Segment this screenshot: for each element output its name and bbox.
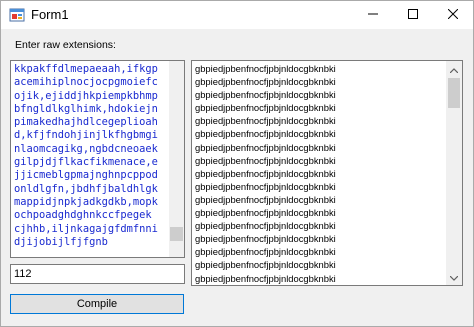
list-item[interactable]: gbpiedjpbenfnocfjpbjnldocgbknbki — [195, 154, 336, 167]
extensions-line: d,kfjfndohjinjlkfhgbmgi — [14, 129, 158, 142]
extensions-line: ochpoadghdghnkccfpegek — [14, 209, 152, 222]
title-bar[interactable]: Form1 — [1, 1, 473, 29]
extensions-line: ojik,ejiddjhkpiempkbhmp — [14, 89, 158, 102]
minimize-button[interactable] — [353, 1, 393, 29]
list-item[interactable]: gbpiedjpbenfnocfjpbjnldocgbknbki — [195, 101, 336, 114]
list-item[interactable]: gbpiedjpbenfnocfjpbjnldocgbknbki — [195, 141, 336, 154]
close-button[interactable] — [433, 1, 473, 29]
number-input[interactable] — [10, 264, 185, 284]
list-item[interactable]: gbpiedjpbenfnocfjpbjnldocgbknbki — [195, 193, 336, 206]
list-item[interactable]: gbpiedjpbenfnocfjpbjnldocgbknbki — [195, 127, 336, 140]
list-item[interactable]: gbpiedjpbenfnocfjpbjnldocgbknbki — [195, 114, 336, 127]
extensions-line: jjicmeblgpmajnghnpcppod — [14, 169, 158, 182]
extensions-line: cjhhb,iljnkagajgfdmfnni — [14, 222, 158, 235]
maximize-button[interactable] — [393, 1, 433, 29]
extensions-scroll-thumb[interactable] — [170, 227, 183, 241]
extensions-line: pimakedhajhdlcegeplioah — [14, 116, 158, 129]
list-item[interactable]: gbpiedjpbenfnocfjpbjnldocgbknbki — [195, 62, 336, 75]
chevron-down-icon — [449, 268, 459, 285]
scroll-up-button[interactable] — [446, 61, 462, 77]
list-item[interactable]: gbpiedjpbenfnocfjpbjnldocgbknbki — [195, 219, 336, 232]
scroll-down-button[interactable] — [446, 269, 462, 285]
list-item[interactable]: gbpiedjpbenfnocfjpbjnldocgbknbki — [195, 258, 336, 271]
maximize-icon — [408, 6, 418, 24]
prompt-label: Enter raw extensions: — [15, 39, 116, 51]
list-item[interactable]: gbpiedjpbenfnocfjpbjnldocgbknbki — [195, 75, 336, 88]
extensions-line: bfngldlkglhimk,hdokiejn — [14, 102, 158, 115]
list-item[interactable]: gbpiedjpbenfnocfjpbjnldocgbknbki — [195, 180, 336, 193]
close-icon — [447, 6, 459, 24]
minimize-icon — [368, 6, 378, 24]
extensions-scrollbar[interactable] — [169, 61, 184, 257]
list-item[interactable]: gbpiedjpbenfnocfjpbjnldocgbknbki — [195, 206, 336, 219]
extensions-line: kkpakffdlmepaeaah,ifkgp — [14, 63, 158, 75]
list-item[interactable]: gbpiedjpbenfnocfjpbjnldocgbknbki — [195, 232, 336, 245]
extensions-text: kkpakffdlmepaeaah,ifkgp acemihiplnocjocpg… — [14, 63, 170, 249]
list-item[interactable]: gbpiedjpbenfnocfjpbjnldocgbknbki — [195, 245, 336, 258]
list-item[interactable]: gbpiedjpbenfnocfjpbjnldocgbknbki — [195, 88, 336, 101]
chevron-up-icon — [449, 61, 459, 78]
output-scroll-thumb[interactable] — [448, 78, 460, 108]
output-listbox[interactable]: gbpiedjpbenfnocfjpbjnldocgbknbki gbpiedjp… — [191, 60, 463, 286]
extensions-line: nlaomcagikg,ngbdcneoaek — [14, 142, 158, 155]
window-title: Form1 — [31, 7, 69, 22]
app-window: Form1 Enter raw extensions: kkpakffdlmep… — [0, 0, 474, 327]
extensions-line: djijobijlfjfgnb — [14, 235, 108, 248]
extensions-line: gilpjdjflkacfikmenace,e — [14, 156, 158, 169]
extensions-line: acemihiplnocjocpgmoiefc — [14, 76, 158, 89]
output-list: gbpiedjpbenfnocfjpbjnldocgbknbki gbpiedjp… — [195, 62, 336, 285]
output-scrollbar[interactable] — [446, 61, 462, 285]
extensions-line: mappidjnpkjadkgdkb,mopk — [14, 195, 158, 208]
extensions-line: onldlgfn,jbdhfjbaldhlgk — [14, 182, 158, 195]
winforms-app-icon — [9, 7, 25, 23]
list-item[interactable]: gbpiedjpbenfnocfjpbjnldocgbknbki — [195, 167, 336, 180]
extensions-textbox[interactable]: kkpakffdlmepaeaah,ifkgp acemihiplnocjocpg… — [10, 60, 185, 258]
list-item[interactable]: gbpiedjpbenfnocfjpbjnldocgbknbki — [195, 272, 336, 285]
compile-button[interactable]: Compile — [10, 294, 184, 314]
